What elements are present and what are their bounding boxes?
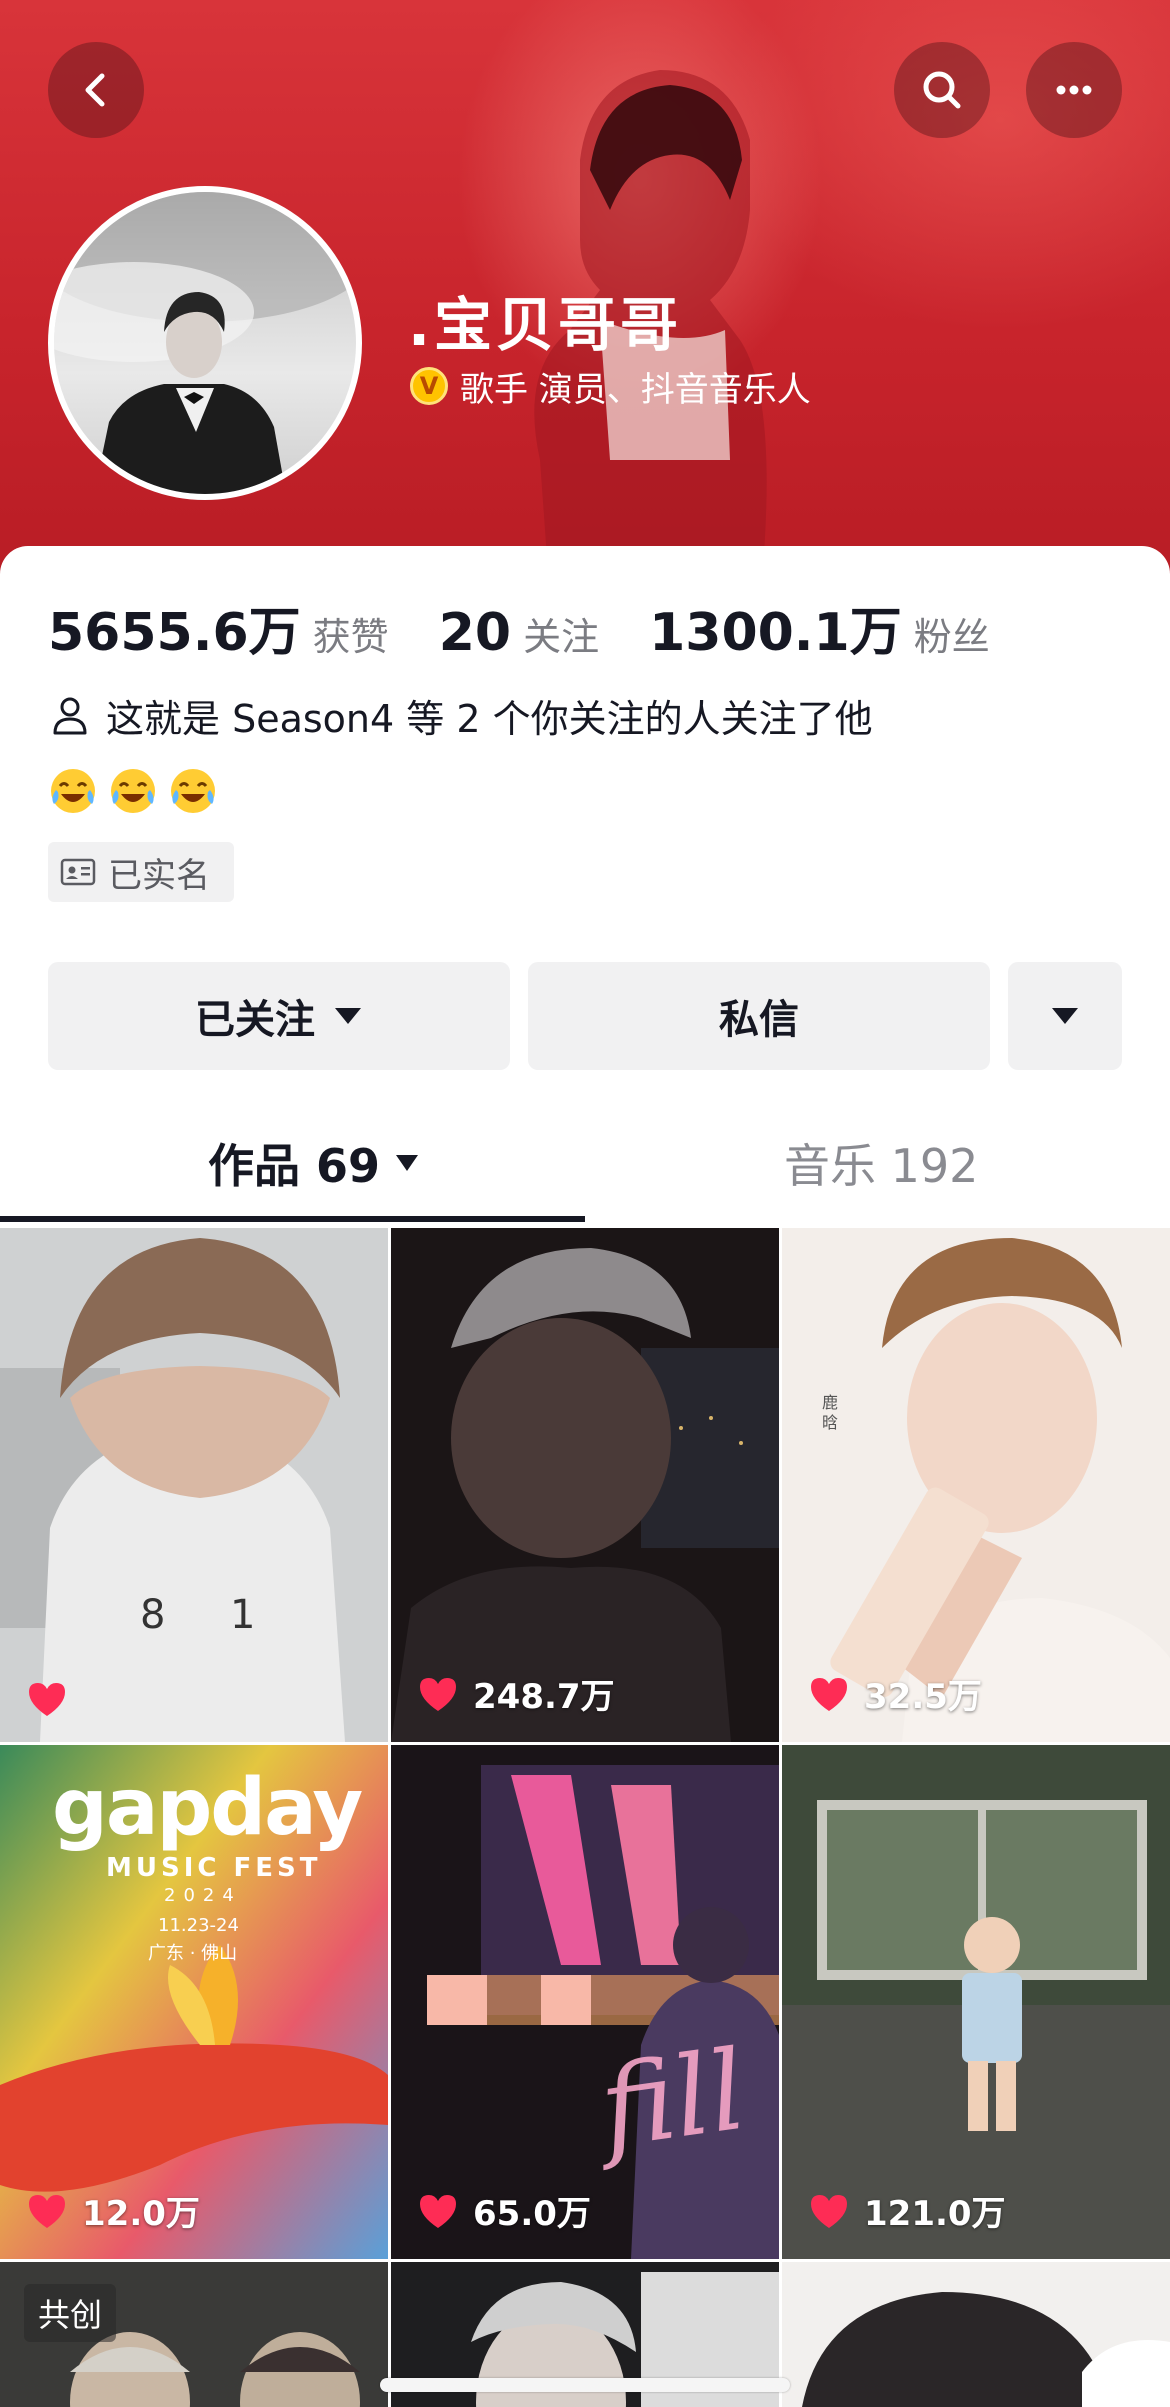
tab-music[interactable]: 音乐 192: [784, 1128, 978, 1198]
heart-icon: [420, 1677, 456, 1711]
caret-down-icon: [1052, 1008, 1078, 1024]
mutual-followers[interactable]: 这就是 Season4 等 2 个你关注的人关注了他: [48, 688, 873, 742]
poster-year: 2024: [164, 1885, 242, 1906]
cocreate-tag: 共创: [24, 2284, 117, 2342]
heart-icon: [811, 2194, 847, 2228]
video-thumbnail: [391, 1228, 779, 1742]
search-button[interactable]: [894, 42, 990, 138]
video-thumbnail: [782, 2262, 1170, 2407]
following-label[interactable]: 关注: [523, 606, 599, 661]
followers-label[interactable]: 粉丝: [914, 606, 990, 661]
svg-text:1: 1: [230, 1592, 255, 1638]
video-tile[interactable]: fill 65.0万: [391, 1745, 779, 2259]
bio-emojis: [48, 766, 218, 816]
likes-label[interactable]: 获赞: [313, 606, 389, 661]
video-likes: [26, 1680, 82, 1718]
video-tile[interactable]: 鹿 晗 32.5万: [782, 1228, 1170, 1742]
video-tile[interactable]: [782, 2262, 1170, 2407]
realname-tag: 已实名: [48, 842, 234, 902]
poster-title: gapday: [52, 1763, 363, 1853]
video-thumbnail: 鹿 晗: [782, 1228, 1170, 1742]
poster-date: 11.23-24: [158, 1915, 239, 1936]
profile-name: .宝贝哥哥: [408, 291, 683, 359]
following-count[interactable]: 20: [439, 603, 511, 663]
video-tile[interactable]: 121.0万: [782, 1745, 1170, 2259]
caret-down-icon: [335, 1008, 361, 1024]
mutual-text: 这就是 Season4 等 2 个你关注的人关注了他: [106, 696, 873, 741]
chevron-left-icon: [85, 73, 105, 107]
message-label: 私信: [719, 997, 799, 1043]
person-icon: [53, 697, 87, 735]
tab-active-indicator: [0, 1216, 585, 1222]
video-tile[interactable]: 248.7万: [391, 1228, 779, 1742]
search-icon: [923, 71, 961, 109]
tears-of-joy-emoji-icon: [111, 769, 155, 813]
message-button[interactable]: 私信: [528, 962, 990, 1070]
video-thumbnail: [391, 1745, 779, 2259]
verified-row: V 歌手 演员、抖音音乐人: [410, 362, 811, 410]
verified-badge-icon: V: [410, 367, 448, 405]
home-indicator[interactable]: [380, 2378, 790, 2392]
video-tile[interactable]: 共创: [0, 2262, 388, 2407]
more-horizontal-icon: [1056, 85, 1092, 95]
tears-of-joy-emoji-icon: [171, 769, 215, 813]
followed-button[interactable]: 已关注: [48, 962, 510, 1070]
heart-icon: [811, 1677, 847, 1711]
video-likes: 12.0万: [26, 2186, 200, 2235]
tab-works-label: 作品 69: [208, 1139, 381, 1193]
realname-text: 已实名: [108, 855, 210, 896]
video-likes: 65.0万: [417, 2186, 591, 2235]
video-tile[interactable]: gapday MUSIC FEST 2024 11.23-24 广东 · 佛山 …: [0, 1745, 388, 2259]
video-thumbnail: [782, 1745, 1170, 2259]
avatar-image: [54, 192, 356, 494]
caret-down-icon: [396, 1155, 419, 1171]
heart-icon: [29, 2194, 65, 2228]
tears-of-joy-emoji-icon: [51, 769, 95, 813]
tab-music-label: 音乐 192: [784, 1139, 979, 1193]
svg-text:鹿: 鹿: [822, 1393, 838, 1412]
more-actions-button[interactable]: [1008, 962, 1122, 1070]
svg-text:8: 8: [140, 1592, 165, 1638]
verified-text: 歌手 演员、抖音音乐人: [460, 369, 811, 410]
back-button[interactable]: [48, 42, 144, 138]
video-thumbnail: 8 1: [0, 1228, 388, 1742]
id-card-icon: [60, 858, 96, 886]
followers-count[interactable]: 1300.1万: [649, 590, 902, 665]
heart-icon: [29, 1683, 65, 1716]
poster-neon-text: fill: [592, 2025, 753, 2173]
avatar[interactable]: [48, 186, 362, 500]
poster-place: 广东 · 佛山: [148, 1943, 238, 1964]
stats-row: 5655.6万 获赞 20 关注 1300.1万 粉丝: [48, 590, 990, 663]
svg-text:晗: 晗: [822, 1413, 838, 1432]
followed-label: 已关注: [195, 997, 315, 1043]
video-likes: 121.0万: [808, 2186, 1006, 2235]
video-likes: 248.7万: [417, 1669, 615, 1718]
poster-subtitle: MUSIC FEST: [106, 1853, 322, 1883]
tab-works[interactable]: 作品 69: [208, 1128, 420, 1198]
likes-count[interactable]: 5655.6万: [48, 590, 301, 665]
profile-banner: .宝贝哥哥 V 歌手 演员、抖音音乐人: [0, 0, 1170, 600]
video-tile[interactable]: 8 1: [0, 1228, 388, 1742]
heart-icon: [420, 2194, 456, 2228]
more-button[interactable]: [1026, 42, 1122, 138]
video-likes: 32.5万: [808, 1669, 982, 1718]
